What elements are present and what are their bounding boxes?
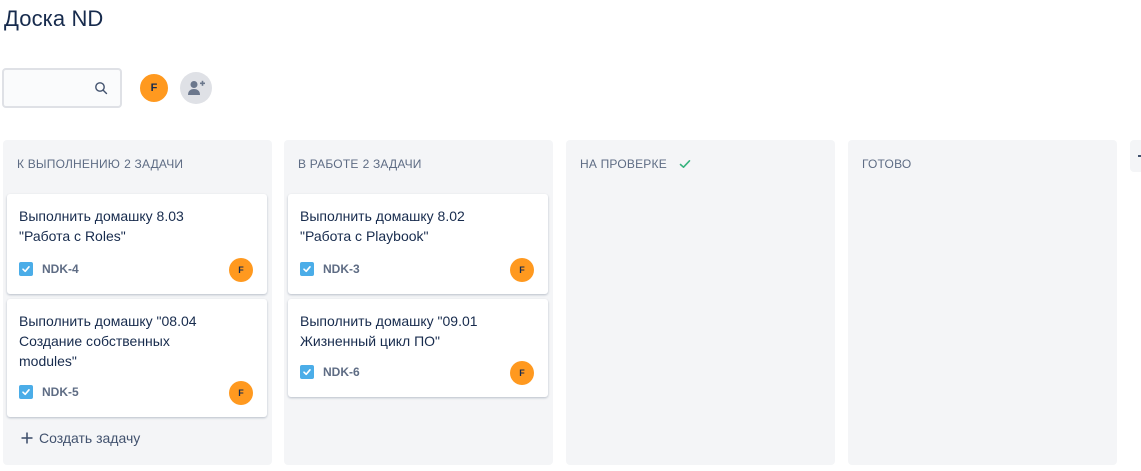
search-input[interactable] bbox=[2, 68, 122, 108]
check-icon bbox=[679, 160, 691, 168]
add-user-button[interactable] bbox=[180, 72, 212, 104]
card-footer: NDK-6 F bbox=[300, 361, 536, 385]
column-header: К выполнению 2 задачи bbox=[17, 157, 183, 171]
card-footer: NDK-4 F bbox=[19, 258, 255, 282]
page-title: Доска ND bbox=[4, 6, 104, 31]
column-title: Готово bbox=[862, 157, 912, 171]
card-title: Выполнить домашку 8.02 "Работа с Playboo… bbox=[300, 208, 465, 244]
assignee-avatar[interactable]: F bbox=[510, 258, 534, 282]
column-done: Готово bbox=[848, 140, 1117, 465]
column-header: Готово bbox=[862, 157, 911, 171]
card-ndk-5[interactable]: Выполнить домашку "08.04 Создание собств… bbox=[7, 299, 267, 417]
user-avatar[interactable]: F bbox=[138, 72, 170, 104]
column-title: На проверке bbox=[580, 157, 667, 171]
column-header: В работе 2 задачи bbox=[298, 157, 422, 171]
column-in-progress: В работе 2 задачи Выполнить домашку 8.02… bbox=[284, 140, 553, 465]
column-title: К выполнению bbox=[17, 157, 121, 171]
task-checkbox-icon bbox=[19, 385, 33, 399]
plus-icon bbox=[21, 432, 33, 444]
column-header: На проверке bbox=[580, 157, 691, 171]
card-ndk-4[interactable]: Выполнить домашку 8.03 "Работа с Roles" … bbox=[7, 194, 267, 294]
task-checkbox-icon bbox=[300, 262, 314, 276]
column-count: 2 задачи bbox=[124, 157, 184, 171]
issue-key[interactable]: NDK-3 bbox=[323, 262, 360, 276]
card-title: Выполнить домашку "09.01 Жизненный цикл … bbox=[300, 313, 478, 349]
column-title: В работе bbox=[298, 157, 359, 171]
card-ndk-6[interactable]: Выполнить домашку "09.01 Жизненный цикл … bbox=[288, 299, 548, 397]
assignee-avatar[interactable]: F bbox=[510, 361, 534, 385]
column-review: На проверке bbox=[566, 140, 835, 465]
issue-key[interactable]: NDK-6 bbox=[323, 365, 360, 379]
card-ndk-3[interactable]: Выполнить домашку 8.02 "Работа с Playboo… bbox=[288, 194, 548, 294]
add-column-button[interactable] bbox=[1130, 140, 1141, 172]
column-todo: К выполнению 2 задачи Выполнить домашку … bbox=[3, 140, 272, 465]
search-icon bbox=[95, 82, 108, 95]
create-task-label: Создать задачу bbox=[39, 430, 141, 446]
issue-key[interactable]: NDK-5 bbox=[42, 385, 79, 399]
card-footer: NDK-3 F bbox=[300, 258, 536, 282]
card-footer: NDK-5 F bbox=[19, 381, 255, 405]
task-checkbox-icon bbox=[19, 262, 33, 276]
assignee-avatar[interactable]: F bbox=[229, 258, 253, 282]
assignee-avatar[interactable]: F bbox=[229, 381, 253, 405]
task-checkbox-icon bbox=[300, 365, 314, 379]
issue-key[interactable]: NDK-4 bbox=[42, 262, 79, 276]
column-count: 2 задачи bbox=[362, 157, 422, 171]
card-title: Выполнить домашку "08.04 Создание собств… bbox=[19, 313, 197, 369]
card-title: Выполнить домашку 8.03 "Работа с Roles" bbox=[19, 208, 184, 244]
add-person-icon bbox=[188, 80, 205, 95]
create-task-button[interactable]: Создать задачу bbox=[21, 430, 140, 446]
